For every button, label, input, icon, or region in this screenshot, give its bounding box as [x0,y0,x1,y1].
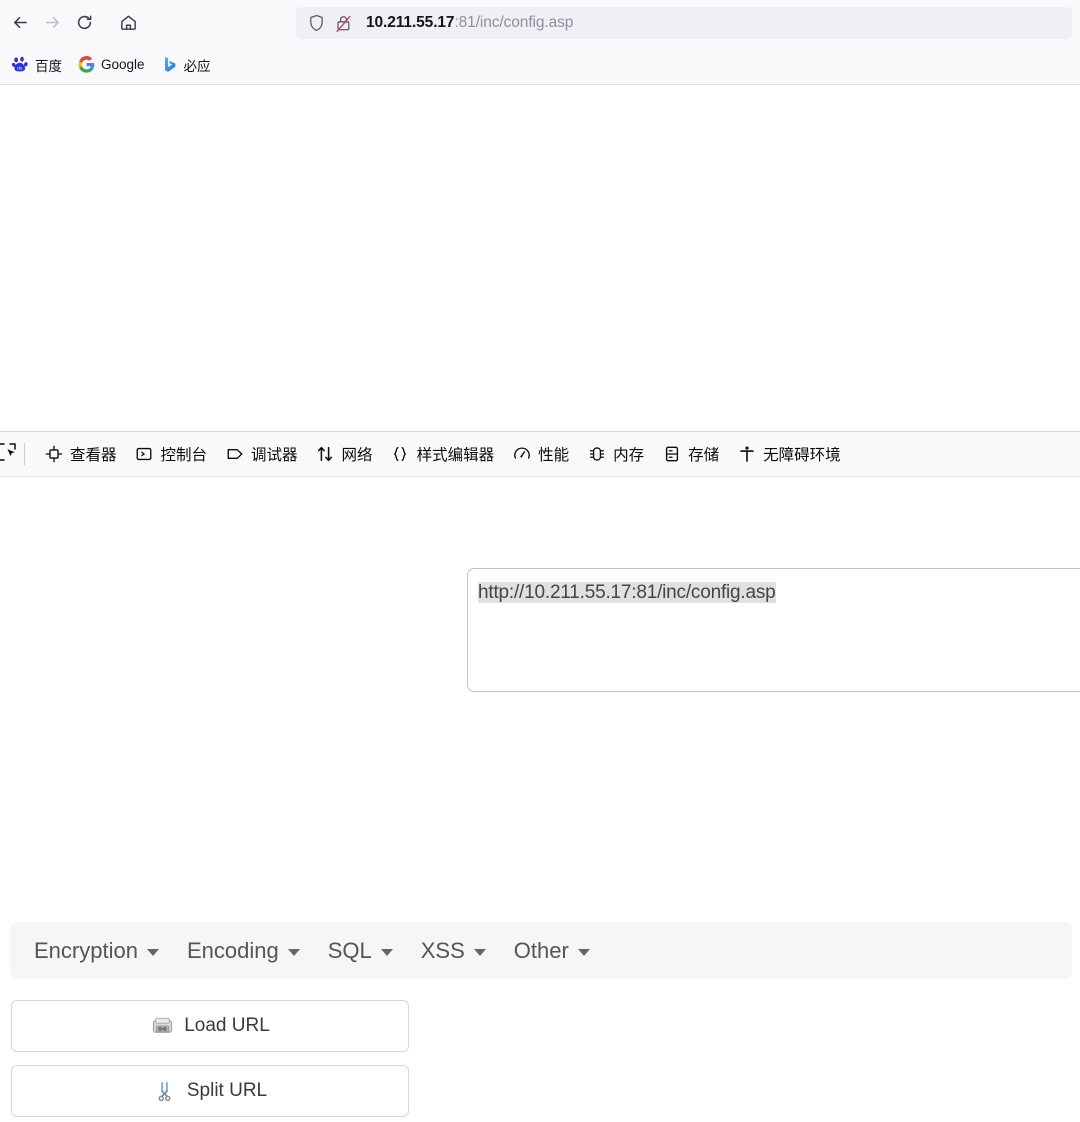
debugger-icon [225,445,244,464]
devtools-tab-style-editor[interactable]: 样式编辑器 [382,437,504,471]
chevron-down-icon [287,949,300,956]
devtools-tab-label: 查看器 [70,447,117,464]
svg-text:du: du [17,66,23,72]
load-url-button[interactable]: Load URL [11,1000,409,1052]
bookmark-baidu[interactable]: du 百度 [4,51,70,79]
reload-button[interactable] [68,7,100,39]
bookmark-label: Google [101,57,145,72]
bookmark-label: 百度 [35,58,62,74]
hackbar-button-label: Load URL [184,1015,270,1036]
reload-icon [75,13,94,32]
accessibility-icon [737,445,756,464]
devtools-tab-memory[interactable]: 内存 [578,437,653,471]
drive-disk-icon [150,1014,174,1038]
url-path: :81/inc/config.asp [454,14,574,31]
bookmark-label: 必应 [183,58,211,74]
hackbar-url-value[interactable]: http://10.211.55.17:81/inc/config.asp [478,582,776,603]
chevron-down-icon [577,949,590,956]
hackbar-menu-label: Encryption [34,937,138,963]
hackbar-menu-sql[interactable]: SQL [314,932,407,970]
bookmark-bing[interactable]: 必应 [153,51,219,79]
hackbar-menu-encoding[interactable]: Encoding [173,932,314,970]
hackbar-action-buttons: Load URL Split URL [11,1000,409,1117]
hackbar-menu-bar: Encryption Encoding SQL XSS Other [10,922,1072,979]
devtools-tab-inspector[interactable]: 查看器 [35,437,126,471]
element-picker-icon [0,441,18,468]
chevron-down-icon [146,949,159,956]
devtools-tab-accessibility[interactable]: 无障碍环境 [728,437,850,471]
url-text[interactable]: 10.211.55.17:81/inc/config.asp [366,14,573,32]
hackbar-menu-xss[interactable]: XSS [407,932,500,970]
devtools-tab-label: 性能 [538,447,570,464]
address-bar[interactable]: 10.211.55.17:81/inc/config.asp [296,7,1072,39]
hackbar-button-label: Split URL [186,1080,268,1101]
hackbar-panel: Encryption Encoding SQL XSS Other Load U… [0,908,1080,1122]
devtools-tab-label: 网络 [341,447,373,464]
storage-icon [662,445,681,464]
hackbar-menu-other[interactable]: Other [500,932,604,970]
hackbar-menu-label: Other [513,937,569,963]
bookmark-google[interactable]: Google [70,52,153,77]
chevron-down-icon [380,949,393,956]
split-url-button[interactable]: Split URL [11,1065,409,1117]
devtools-tab-bar: 查看器 控制台 调试器 网络 样式编辑器 性能 内存 存储 无障碍环境 [0,432,1080,477]
url-host: 10.211.55.17 [366,14,455,31]
google-g-icon [78,56,95,73]
devtools-tab-label: 无障碍环境 [763,447,841,464]
hackbar-menu-label: XSS [420,937,465,963]
devtools-tab-label: 内存 [613,447,645,464]
hackbar-menu-label: Encoding [186,937,279,963]
scissors-icon [153,1079,177,1103]
devtools-tab-storage[interactable]: 存储 [653,437,728,471]
devtools-tab-performance[interactable]: 性能 [503,437,578,471]
forward-button[interactable] [36,7,68,39]
lock-crossed-out-icon[interactable] [335,14,352,33]
performance-icon [512,445,531,464]
devtools-tab-label: 样式编辑器 [416,447,495,464]
devtools-tab-network[interactable]: 网络 [307,437,382,471]
home-icon [119,13,138,32]
console-icon [135,445,154,464]
element-picker-button[interactable] [0,439,22,469]
hackbar-menu-label: SQL [327,937,372,963]
back-button[interactable] [4,7,36,39]
bing-b-icon [161,56,178,73]
devtools-tab-label: 存储 [688,447,720,464]
arrow-left-icon [11,13,30,32]
devtools-tab-label: 控制台 [160,447,208,464]
hackbar-menu-encryption[interactable]: Encryption [20,932,173,970]
devtools-tab-label: 调试器 [251,447,298,464]
network-icon [316,445,335,464]
toolbar-separator [24,443,25,465]
bookmarks-bar: du 百度 Google 必应 [0,45,1080,85]
home-button[interactable] [112,7,144,39]
arrow-right-icon [43,13,62,32]
hackbar-url-textarea[interactable]: http://10.211.55.17:81/inc/config.asp [467,568,1080,692]
inspector-icon [44,445,63,464]
baidu-paw-icon: du [12,56,29,73]
style-editor-icon [391,445,410,464]
shield-icon[interactable] [308,14,325,32]
browser-toolbar: 10.211.55.17:81/inc/config.asp [0,0,1080,45]
devtools-tab-debugger[interactable]: 调试器 [216,437,307,471]
page-content-area [0,86,1080,431]
chevron-down-icon [473,949,486,956]
devtools-tab-console[interactable]: 控制台 [126,437,217,471]
memory-icon [587,445,606,464]
